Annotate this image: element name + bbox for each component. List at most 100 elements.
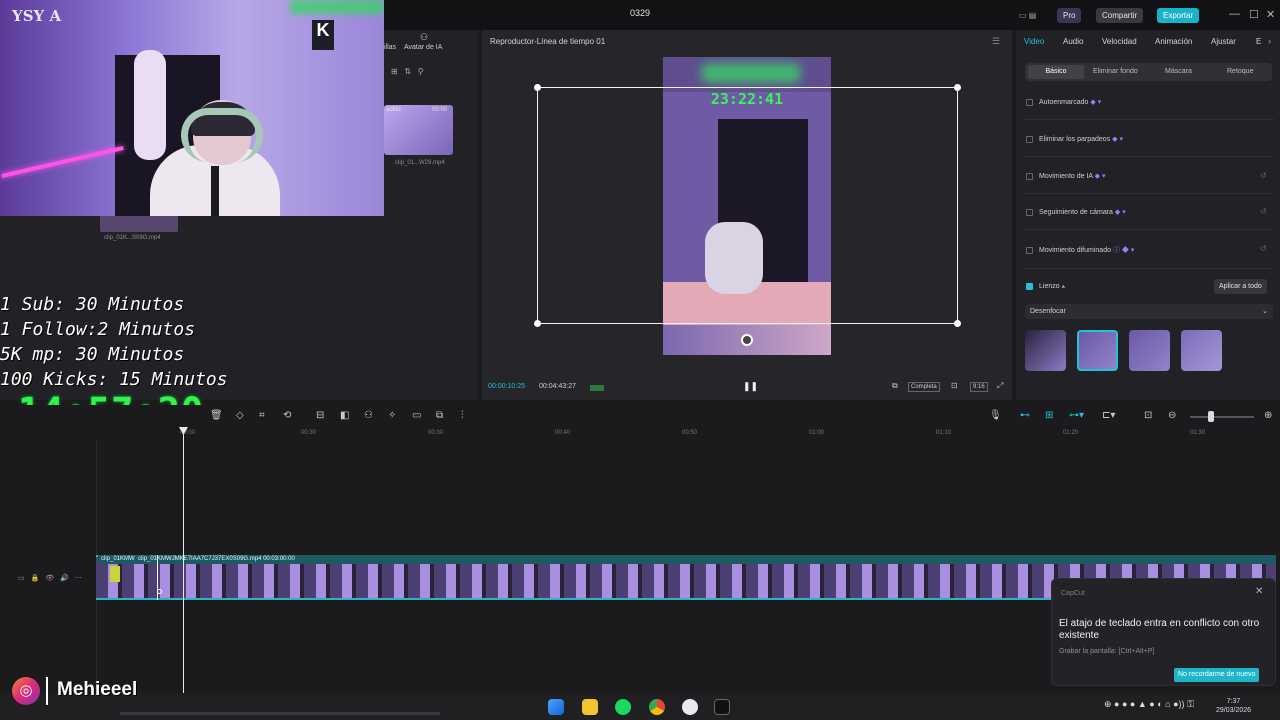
layout-icon[interactable]: ▭ ▤ [1013, 8, 1053, 23]
subtab-remove-bg[interactable]: Eliminar fondo [1093, 68, 1138, 75]
tab-adjust[interactable]: Ajustar [1211, 37, 1236, 46]
preview-axis-icon[interactable]: ⊶▾ [1069, 410, 1084, 421]
tab-ai-avatar[interactable]: Avatar de IA [404, 44, 442, 51]
pro-label: Pro [1063, 11, 1076, 20]
obs-icon[interactable] [682, 699, 698, 715]
blur-option-selected[interactable] [1077, 330, 1118, 371]
magic-icon[interactable]: ✧ [388, 410, 396, 421]
resize-handle[interactable] [954, 320, 961, 327]
resize-handle[interactable] [534, 320, 541, 327]
share-label: Compartir [1102, 11, 1138, 20]
quality-select[interactable]: Completa [908, 382, 940, 392]
close-icon[interactable]: ✕ [1266, 8, 1275, 21]
reset-icon[interactable]: ↺ [1260, 207, 1267, 216]
zoom-slider-knob[interactable] [1208, 411, 1214, 422]
mirror-icon[interactable]: ◧ [340, 410, 349, 421]
subtab-basic[interactable]: Básico [1028, 65, 1084, 79]
minimize-icon[interactable]: — [1229, 8, 1240, 20]
export-button[interactable]: Exportar [1157, 8, 1200, 23]
dont-remind-button[interactable]: No recordarme de nuevo [1174, 668, 1260, 682]
tab-speed[interactable]: Velocidad [1102, 37, 1137, 46]
blur-option[interactable] [1181, 330, 1222, 371]
ratio-select[interactable]: 9:16 [970, 382, 988, 392]
toast-subtext: Grabar la pantalla: [Ctrl+Alt+P] [1059, 648, 1155, 655]
apply-all-button[interactable]: Aplicar a todo [1214, 279, 1267, 294]
chevron-right-icon[interactable]: › [1268, 36, 1271, 46]
menu-icon[interactable]: ☰ [992, 36, 1000, 47]
split-icon[interactable]: ⫶ [461, 410, 464, 421]
export-label: Exportar [1163, 11, 1194, 20]
checkbox[interactable] [1026, 98, 1033, 106]
tab-animation[interactable]: Animación [1155, 37, 1192, 46]
sort-icons[interactable]: ⊞ ⇅ ⚲ [391, 67, 424, 76]
system-tray-icons[interactable]: ⊕ ● ● ● ▲ ● ◐ ⌂ ●)) ⚿ [1104, 699, 1194, 710]
headset [181, 108, 263, 162]
subtab-mask[interactable]: Máscara [1165, 68, 1192, 75]
crop-icon[interactable]: ⧉ [892, 381, 898, 391]
option-deflicker[interactable]: Eliminar los parpadeos ◆ ▾ [1026, 135, 1123, 143]
blur-option[interactable] [1025, 330, 1066, 371]
tab-more[interactable]: E [1256, 37, 1261, 46]
fit-icon[interactable]: ⊡ [1144, 410, 1152, 421]
horizontal-scrollbar[interactable] [120, 712, 440, 715]
fullscreen-icon[interactable]: ⤢ [997, 381, 1003, 391]
reset-icon[interactable]: ↺ [1260, 244, 1267, 253]
reset-icon[interactable]: ↺ [1260, 171, 1267, 180]
crop-tool-icon[interactable]: ⌗ [259, 410, 265, 421]
maximize-icon[interactable]: ☐ [1249, 8, 1259, 21]
subtab-retouch[interactable]: Retoque [1227, 68, 1253, 75]
file-explorer-icon[interactable] [582, 699, 598, 715]
speed-icon[interactable]: ⊟ [316, 410, 324, 421]
snap-icon[interactable]: ⊞ [1045, 410, 1053, 421]
option-camera-tracking[interactable]: Seguimiento de cámara ◆ ▾ [1026, 208, 1126, 216]
ruler-tick: 01:30 [1190, 430, 1206, 436]
ruler-tick: 01:00 [809, 430, 825, 436]
checkbox[interactable] [1026, 172, 1033, 180]
caption-icon[interactable]: ▭ [412, 410, 421, 421]
checkbox-checked[interactable] [1026, 282, 1033, 290]
checkbox[interactable] [1026, 246, 1033, 254]
zoom-slider[interactable] [1190, 416, 1254, 418]
tab-audio[interactable]: Audio [1063, 37, 1083, 46]
delete-icon[interactable]: 🗑 [210, 410, 223, 421]
zoom-in-icon[interactable]: ⊕ [1264, 410, 1272, 421]
option-canvas[interactable]: Lienzo ▴ [1026, 282, 1065, 290]
spotify-icon[interactable] [615, 699, 631, 715]
rotate-handle-icon[interactable] [741, 334, 753, 346]
toast-close-icon[interactable]: ✕ [1255, 586, 1263, 597]
blur-option[interactable] [1129, 330, 1170, 371]
screenshot-icon[interactable]: ⊡ [951, 381, 958, 390]
resize-handle[interactable] [954, 84, 961, 91]
pause-button[interactable]: ❚❚ [743, 381, 758, 392]
windows-start-icon[interactable] [548, 699, 564, 715]
tab-templates[interactable]: illas [384, 44, 396, 51]
freeze-icon[interactable]: ⟲ [283, 410, 291, 421]
ruler-tick: 00:40 [555, 430, 571, 436]
link-icon[interactable]: ⊷ [1020, 410, 1030, 421]
capcut-icon[interactable] [714, 699, 730, 715]
blur-select[interactable]: Desenfocar ⌄ [1025, 304, 1273, 319]
canvas-selection-box[interactable] [537, 87, 958, 324]
checkbox[interactable] [1026, 208, 1033, 216]
playhead[interactable] [183, 427, 184, 704]
option-ai-motion[interactable]: Movimiento de IA ◆ ▾ [1026, 172, 1106, 180]
keyframe-dot-icon[interactable] [157, 589, 162, 594]
checkbox[interactable] [1026, 135, 1033, 143]
zoom-out-icon[interactable]: ⊖ [1168, 410, 1176, 421]
track-controls-icon[interactable]: ▭🔒👁🔊⋯ [18, 574, 88, 582]
option-motion-blur[interactable]: Movimiento difuminado ⓘ ◆ ▾ [1026, 245, 1134, 255]
added-badge: adido [386, 107, 401, 113]
resize-handle[interactable] [534, 84, 541, 91]
tab-video[interactable]: Video [1024, 37, 1044, 46]
export-frame-icon[interactable]: ⧉ [436, 410, 443, 421]
share-button[interactable]: Compartir [1096, 8, 1144, 23]
ai-icon[interactable]: ⚇ [364, 410, 373, 421]
option-auto-reframe[interactable]: Autoenmarcado ◆ ▾ [1026, 98, 1101, 106]
pro-button[interactable]: Pro [1057, 8, 1082, 23]
split-view-icon[interactable]: ⊏▾ [1102, 410, 1115, 421]
media-clip-thumbnail-2[interactable] [100, 214, 178, 232]
chrome-icon[interactable] [649, 699, 665, 715]
marker-icon[interactable]: ◇ [236, 410, 244, 421]
taskbar-clock[interactable]: 7:37 29/03/2026 [1216, 697, 1251, 715]
microphone-icon[interactable]: 🎙 [989, 410, 1002, 421]
